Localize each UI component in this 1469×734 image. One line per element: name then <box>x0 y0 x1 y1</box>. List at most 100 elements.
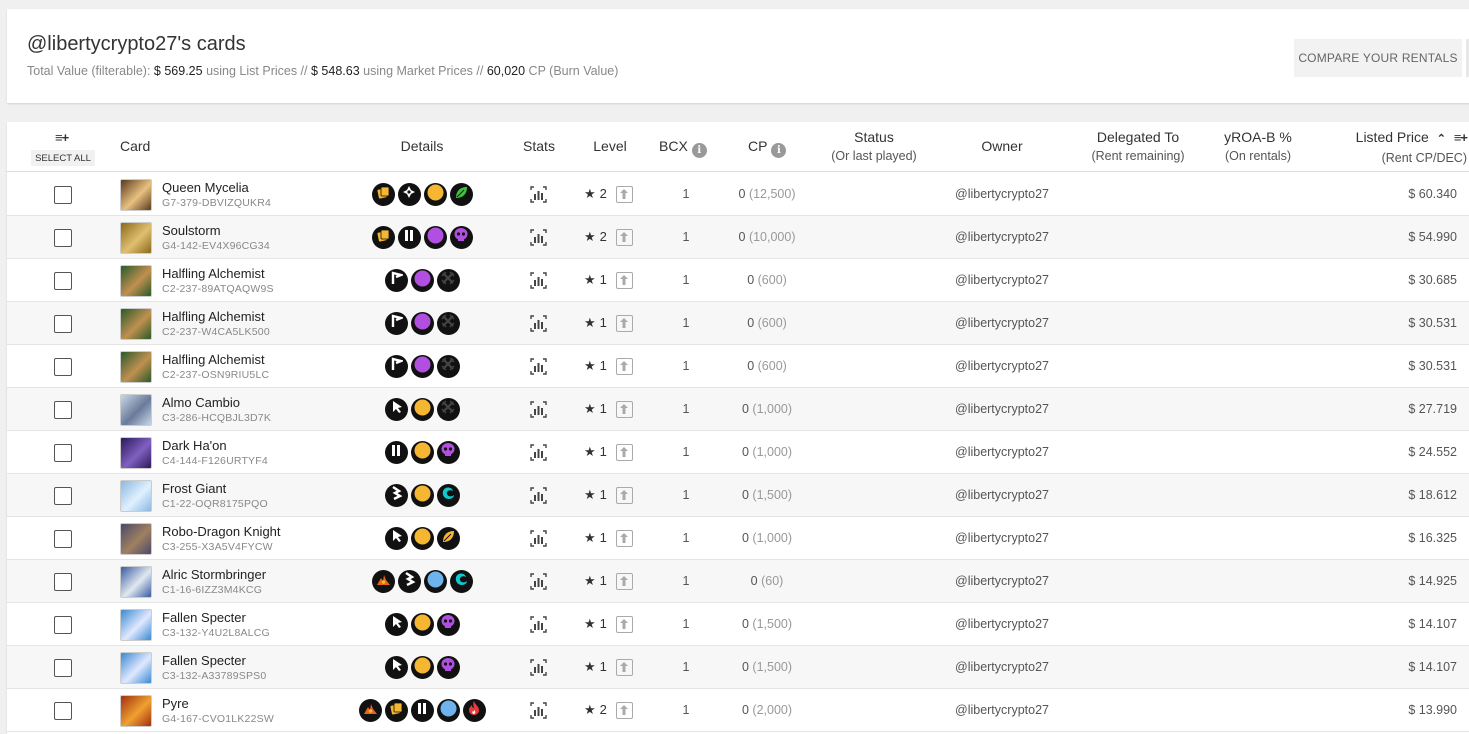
column-yroa[interactable]: yROA-B % (On rentals) <box>1212 128 1304 166</box>
card-name[interactable]: Frost Giant <box>162 481 226 496</box>
card-owner[interactable]: @libertycrypto27 <box>932 316 1072 330</box>
card-name[interactable]: Soulstorm <box>162 223 221 238</box>
upgrade-icon[interactable] <box>616 616 633 633</box>
row-checkbox[interactable] <box>54 272 72 290</box>
card-thumbnail[interactable] <box>120 523 152 555</box>
stats-chart-icon[interactable] <box>530 358 547 375</box>
card-level-value: 1 <box>599 401 607 416</box>
row-checkbox[interactable] <box>54 444 72 462</box>
row-checkbox[interactable] <box>54 616 72 634</box>
stats-chart-icon[interactable] <box>530 186 547 203</box>
row-checkbox[interactable] <box>54 358 72 376</box>
stats-chart-icon[interactable] <box>530 487 547 504</box>
row-checkbox[interactable] <box>54 573 72 591</box>
row-checkbox[interactable] <box>54 229 72 247</box>
card-owner[interactable]: @libertycrypto27 <box>932 187 1072 201</box>
upgrade-icon[interactable] <box>616 315 633 332</box>
column-owner[interactable]: Owner <box>947 137 1057 156</box>
card-owner[interactable]: @libertycrypto27 <box>932 402 1072 416</box>
card-thumbnail[interactable] <box>120 609 152 641</box>
card-owner[interactable]: @libertycrypto27 <box>932 273 1072 287</box>
stats-chart-icon[interactable] <box>530 272 547 289</box>
card-name[interactable]: Queen Mycelia <box>162 180 249 195</box>
card-name[interactable]: Almo Cambio <box>162 395 240 410</box>
row-checkbox[interactable] <box>54 487 72 505</box>
card-thumbnail[interactable] <box>120 394 152 426</box>
stats-chart-icon[interactable] <box>530 702 547 719</box>
stats-chart-icon[interactable] <box>530 659 547 676</box>
column-cp[interactable]: CP i <box>748 137 787 158</box>
sort-asc-icon[interactable]: ⌃ <box>1437 133 1446 145</box>
upgrade-icon[interactable] <box>616 530 633 547</box>
compare-rentals-button[interactable]: COMPARE YOUR RENTALS <box>1294 39 1462 77</box>
select-all-button[interactable]: SELECT ALL <box>31 150 95 166</box>
upgrade-icon[interactable] <box>616 573 633 590</box>
card-thumbnail[interactable] <box>120 480 152 512</box>
cp-info-icon[interactable]: i <box>771 143 787 158</box>
upgrade-icon[interactable] <box>616 358 633 375</box>
row-checkbox[interactable] <box>54 315 72 333</box>
stats-chart-icon[interactable] <box>530 315 547 332</box>
bcx-info-icon[interactable]: i <box>691 143 707 158</box>
card-name[interactable]: Halfling Alchemist <box>162 266 265 281</box>
row-checkbox[interactable] <box>54 186 72 204</box>
card-name[interactable]: Halfling Alchemist <box>162 309 265 324</box>
card-owner[interactable]: @libertycrypto27 <box>932 445 1072 459</box>
stats-chart-icon[interactable] <box>530 444 547 461</box>
upgrade-icon[interactable] <box>616 444 633 461</box>
card-thumbnail[interactable] <box>120 566 152 598</box>
upgrade-icon[interactable] <box>616 401 633 418</box>
table-row: Fallen Specter C3-132-Y4U2L8ALCG ★ 1 1 0 … <box>7 603 1469 646</box>
card-name[interactable]: Pyre <box>162 696 189 711</box>
row-checkbox[interactable] <box>54 401 72 419</box>
upgrade-icon[interactable] <box>616 659 633 676</box>
stats-chart-icon[interactable] <box>530 573 547 590</box>
card-owner[interactable]: @libertycrypto27 <box>932 660 1072 674</box>
card-details <box>351 613 493 637</box>
card-thumbnail[interactable] <box>120 222 152 254</box>
card-owner[interactable]: @libertycrypto27 <box>932 531 1072 545</box>
card-thumbnail[interactable] <box>120 695 152 727</box>
card-owner[interactable]: @libertycrypto27 <box>932 703 1072 717</box>
neutral-cross-icon <box>397 183 421 206</box>
column-status[interactable]: Status (Or last played) <box>819 128 929 166</box>
card-level-value: 2 <box>599 702 607 717</box>
row-checkbox[interactable] <box>54 530 72 548</box>
stats-chart-icon[interactable] <box>530 401 547 418</box>
card-thumbnail[interactable] <box>120 308 152 340</box>
card-thumbnail[interactable] <box>120 351 152 383</box>
card-owner[interactable]: @libertycrypto27 <box>932 617 1072 631</box>
column-card[interactable]: Card <box>120 137 150 156</box>
row-checkbox[interactable] <box>54 702 72 720</box>
card-name[interactable]: Dark Ha'on <box>162 438 227 453</box>
card-thumbnail[interactable] <box>120 179 152 211</box>
column-delegated[interactable]: Delegated To (Rent remaining) <box>1079 128 1197 166</box>
select-menu-icon[interactable]: ≡+ <box>55 130 69 145</box>
upgrade-icon[interactable] <box>616 487 633 504</box>
stats-chart-icon[interactable] <box>530 530 547 547</box>
upgrade-icon[interactable] <box>616 702 633 719</box>
card-name[interactable]: Robo-Dragon Knight <box>162 524 281 539</box>
card-name[interactable]: Fallen Specter <box>162 610 246 625</box>
stats-chart-icon[interactable] <box>530 616 547 633</box>
card-owner[interactable]: @libertycrypto27 <box>932 230 1072 244</box>
column-listed-price[interactable]: Listed Price ⌃ ≡+ (Rent CP/DEC) <box>1329 128 1468 168</box>
column-level[interactable]: Level <box>582 137 638 156</box>
card-thumbnail[interactable] <box>120 652 152 684</box>
upgrade-icon[interactable] <box>616 229 633 246</box>
column-bcx[interactable]: BCX i <box>659 137 707 158</box>
upgrade-icon[interactable] <box>616 272 633 289</box>
card-name[interactable]: Fallen Specter <box>162 653 246 668</box>
card-owner[interactable]: @libertycrypto27 <box>932 359 1072 373</box>
row-checkbox[interactable] <box>54 659 72 677</box>
card-owner[interactable]: @libertycrypto27 <box>932 574 1072 588</box>
card-thumbnail[interactable] <box>120 437 152 469</box>
card-owner[interactable]: @libertycrypto27 <box>932 488 1072 502</box>
upgrade-icon[interactable] <box>616 186 633 203</box>
card-thumbnail[interactable] <box>120 265 152 297</box>
stats-chart-icon[interactable] <box>530 229 547 246</box>
card-name[interactable]: Alric Stormbringer <box>162 567 266 582</box>
card-bcx: 1 <box>682 273 690 287</box>
price-menu-icon[interactable]: ≡+ <box>1454 130 1468 145</box>
card-name[interactable]: Halfling Alchemist <box>162 352 265 367</box>
